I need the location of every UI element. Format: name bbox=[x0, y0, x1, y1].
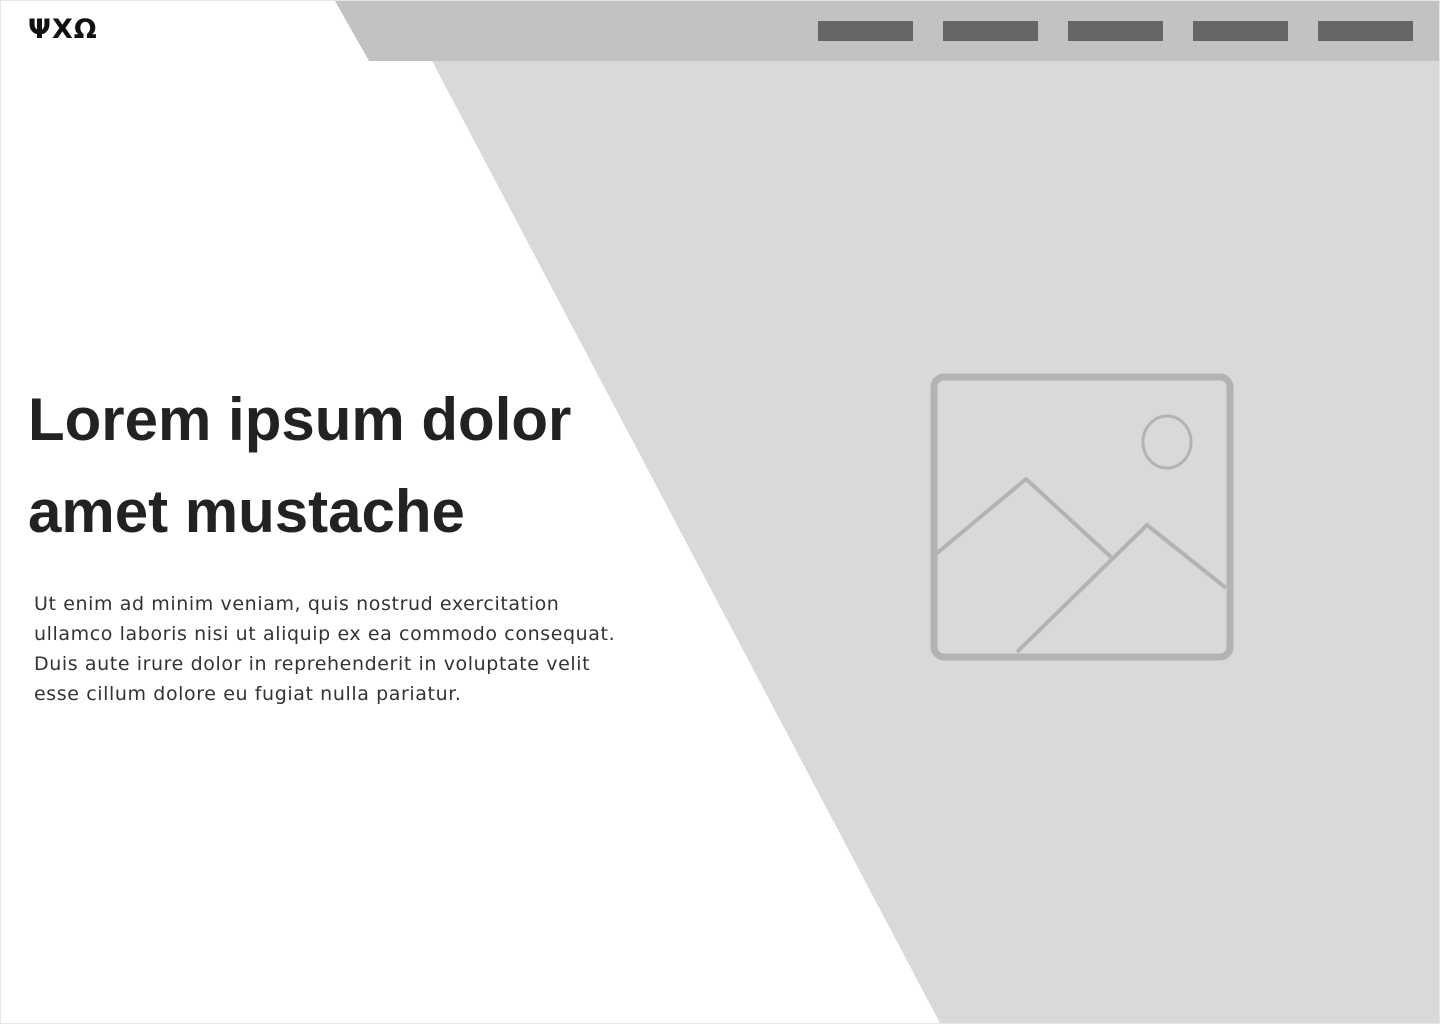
nav-item-4[interactable] bbox=[1193, 21, 1288, 41]
top-nav bbox=[818, 21, 1413, 41]
hero-body-line-3: Duis aute irure dolor in reprehenderit i… bbox=[34, 653, 591, 675]
landing-page: ΨΧΩ Lorem ipsum dolor amet mustache Ut e… bbox=[0, 0, 1440, 1024]
hero-body-line-1: Ut enim ad minim veniam, quis nostrud ex… bbox=[34, 593, 560, 615]
nav-item-5[interactable] bbox=[1318, 21, 1413, 41]
logo[interactable]: ΨΧΩ bbox=[28, 13, 98, 47]
hero-headline-line-2: amet mustache bbox=[28, 478, 465, 545]
nav-item-2[interactable] bbox=[943, 21, 1038, 41]
nav-item-1[interactable] bbox=[818, 21, 913, 41]
hero-headline: Lorem ipsum dolor amet mustache bbox=[28, 374, 668, 558]
hero-body-text: Ut enim ad minim veniam, quis nostrud ex… bbox=[34, 589, 674, 709]
hero-body-line-2: ullamco laboris nisi ut aliquip ex ea co… bbox=[34, 623, 616, 645]
hero-body-line-4: esse cillum dolore eu fugiat nulla paria… bbox=[34, 683, 462, 705]
hero-headline-line-1: Lorem ipsum dolor bbox=[28, 386, 572, 453]
nav-item-3[interactable] bbox=[1068, 21, 1163, 41]
image-placeholder-icon bbox=[930, 373, 1234, 661]
